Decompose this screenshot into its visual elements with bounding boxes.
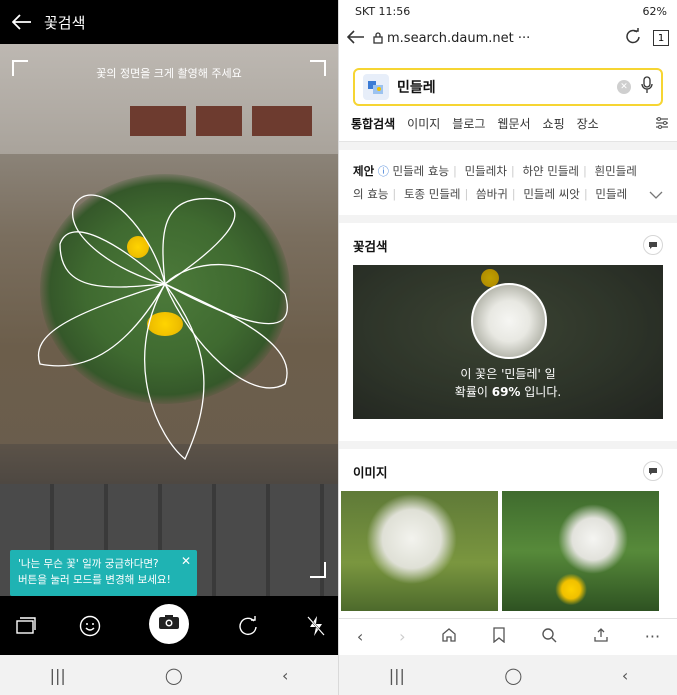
filter-icon[interactable] — [655, 116, 669, 133]
suggest-item[interactable]: 민들레 씨앗 — [523, 187, 580, 201]
recents-icon[interactable]: ||| — [50, 666, 66, 685]
help-icon[interactable]: ⓘ — [378, 165, 389, 178]
capture-hint: 꽃의 정면을 크게 촬영해 주세요 — [96, 67, 242, 80]
reload-icon[interactable] — [625, 28, 641, 48]
tooltip-line2: 버튼을 눌러 모드를 변경해 보세요! — [18, 574, 171, 586]
browser-pane: SKT 11:56 62% m.search.daum.net ··· 1 민들… — [338, 0, 677, 695]
feedback-icon[interactable] — [643, 235, 663, 255]
more-icon[interactable]: ··· — [645, 627, 660, 646]
lock-icon — [373, 29, 383, 48]
result-text: 이 꽃은 '민들레' 일 확률이 69% 입니다. — [353, 365, 663, 401]
camera-topbar: 꽃검색 — [0, 0, 338, 44]
smile-icon[interactable] — [70, 606, 110, 646]
camera-icon — [158, 614, 180, 634]
flower-search-logo-icon[interactable] — [363, 74, 389, 100]
camera-controls — [0, 596, 338, 656]
tab-shopping[interactable]: 쇼핑 — [543, 115, 565, 132]
suggest-item[interactable]: 민들레 효능 — [392, 164, 449, 178]
flower-search-header: 꽃검색 — [339, 223, 677, 265]
flower-result-card[interactable]: 이 꽃은 '민들레' 일 확률이 69% 입니다. — [353, 265, 663, 419]
url-text[interactable]: m.search.daum.net ··· — [387, 31, 625, 46]
tooltip-line1: '나는 무슨 꽃' 일까 궁금하다면? — [18, 558, 159, 570]
clear-search-button[interactable]: ✕ — [617, 80, 631, 94]
browser-toolbar: ‹ › ··· — [339, 618, 677, 654]
page-title: 꽃검색 — [44, 13, 86, 32]
dandelion-seedhead-thumbnail — [471, 283, 547, 359]
image-result[interactable] — [502, 491, 659, 611]
section-divider — [339, 215, 677, 223]
close-icon[interactable]: ✕ — [181, 553, 191, 569]
flash-off-icon[interactable] — [296, 606, 336, 646]
back-arrow-icon[interactable] — [0, 0, 44, 44]
suggest-item[interactable]: 토종 민들레 — [404, 187, 461, 201]
back-icon[interactable]: ‹ — [357, 627, 363, 646]
suggest-item[interactable]: 씀바귀 — [476, 187, 508, 201]
search-query[interactable]: 민들레 — [397, 77, 617, 97]
search-box[interactable]: 민들레 ✕ — [353, 68, 663, 106]
search-area: 민들레 ✕ — [339, 54, 677, 106]
carrier-time: SKT 11:56 — [355, 4, 411, 18]
result-line1: 이 꽃은 '민들레' 일 — [460, 367, 556, 381]
image-result[interactable] — [341, 491, 498, 611]
home-icon[interactable]: ◯ — [165, 666, 183, 685]
suggest-item[interactable]: 하얀 민들레 — [522, 164, 579, 178]
image-results — [339, 491, 677, 611]
flower-guide-outline — [37, 194, 288, 461]
android-nav-bar: ||| ◯ ‹ — [0, 655, 338, 695]
rotate-icon[interactable] — [228, 606, 268, 646]
tab-blog[interactable]: 블로그 — [452, 115, 485, 132]
suggest-label: 제안 — [353, 164, 375, 178]
chevron-down-icon[interactable] — [649, 184, 663, 206]
camera-viewfinder[interactable]: 꽃의 정면을 크게 촬영해 주세요 '나는 무슨 꽃' 일까 궁금하다면? 버튼… — [0, 44, 338, 596]
suggest-item[interactable]: 민들레 — [595, 187, 627, 201]
tab-images[interactable]: 이미지 — [407, 115, 440, 132]
suggest-item[interactable]: 민들레차 — [465, 164, 507, 178]
section-divider — [339, 142, 677, 150]
back-icon[interactable]: ‹ — [622, 666, 628, 685]
search-icon[interactable] — [541, 627, 557, 647]
tab-web[interactable]: 웹문서 — [497, 115, 530, 132]
screen: 꽃검색 꽃의 정면을 크게 촬영해 주세요 '나는 무슨 꽃' 일까 궁금하다면… — [0, 0, 677, 695]
flower-camera-pane: 꽃검색 꽃의 정면을 크게 촬영해 주세요 '나는 무슨 꽃' 일까 궁금하다면… — [0, 0, 338, 695]
back-icon[interactable]: ‹ — [282, 666, 288, 685]
mode-tooltip: '나는 무슨 꽃' 일까 궁금하다면? 버튼을 눌러 모드를 변경해 보세요! … — [10, 550, 197, 596]
tab-count-button[interactable]: 1 — [653, 30, 669, 46]
home-icon[interactable]: ◯ — [504, 666, 522, 685]
forward-icon[interactable]: › — [399, 627, 405, 646]
feedback-icon[interactable] — [643, 461, 663, 481]
address-bar: m.search.daum.net ··· 1 — [339, 22, 677, 54]
bookmark-icon[interactable] — [493, 626, 505, 647]
suggest-item[interactable]: 의 효능 — [353, 187, 388, 201]
android-nav-bar: ||| ◯ ‹ — [339, 655, 677, 695]
tab-place[interactable]: 장소 — [577, 115, 599, 132]
status-bar: SKT 11:56 62% — [339, 0, 677, 22]
home-icon[interactable] — [441, 627, 457, 647]
suggest-item[interactable]: 흰민들레 — [595, 164, 637, 178]
battery-level: 62% — [642, 4, 667, 18]
section-divider — [339, 441, 677, 449]
images-header: 이미지 — [339, 449, 677, 491]
shutter-button[interactable] — [149, 604, 189, 644]
section-title: 이미지 — [353, 464, 388, 480]
share-icon[interactable] — [593, 627, 609, 647]
recents-icon[interactable]: ||| — [389, 666, 405, 685]
gallery-icon[interactable] — [6, 606, 46, 646]
tab-integrated[interactable]: 통합검색 — [351, 115, 395, 132]
search-tabs: 통합검색 이미지 블로그 웹문서 쇼핑 장소 — [339, 106, 677, 142]
section-title: 꽃검색 — [353, 238, 388, 254]
microphone-icon[interactable] — [641, 76, 653, 98]
frame-corner — [310, 562, 326, 578]
result-line2: 확률이 69% 입니다. — [454, 385, 562, 399]
probability-value: 69% — [491, 385, 521, 399]
back-arrow-icon[interactable] — [346, 29, 365, 48]
suggestions: 제안 ⓘ 민들레 효능 | 민들레차 | 하얀 민들레 | 흰민들레 의 효능 | 토종… — [339, 150, 677, 215]
